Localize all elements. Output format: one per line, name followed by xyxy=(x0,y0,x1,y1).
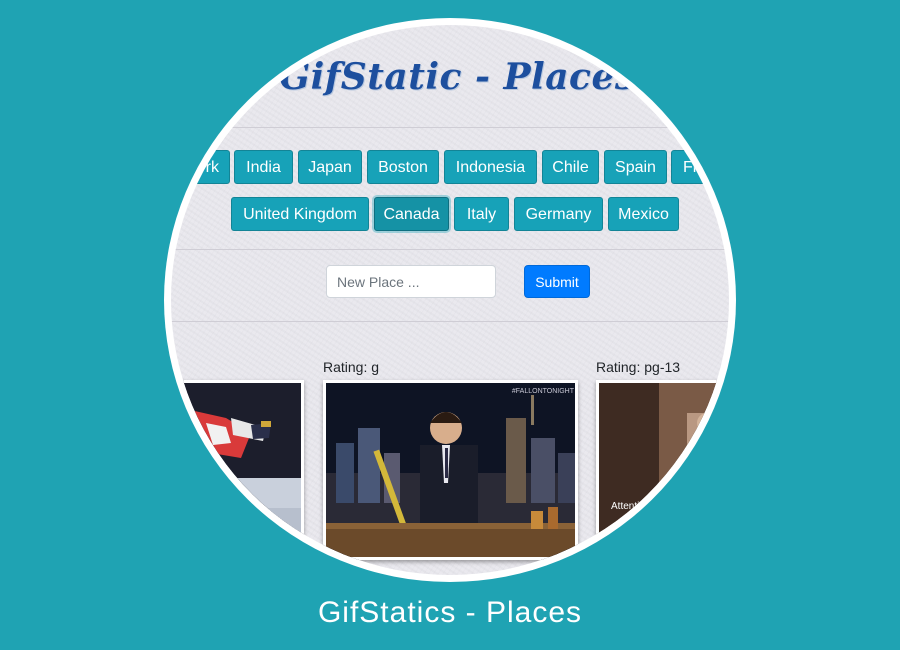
gif-rating: Rating: pg-13 xyxy=(596,359,681,375)
image-caption: GifStatics - Places xyxy=(317,596,583,629)
place-button[interactable]: Mexico xyxy=(608,197,679,231)
gif-image[interactable]: #FALLONTONIGHT xyxy=(323,380,578,560)
submit-button[interactable]: Submit xyxy=(524,265,590,298)
place-button[interactable]: India xyxy=(234,150,293,184)
divider xyxy=(171,321,729,322)
divider xyxy=(171,127,729,128)
place-button[interactable]: Italy xyxy=(454,197,509,231)
place-button-active[interactable]: Canada xyxy=(374,197,449,231)
place-button[interactable]: Chile xyxy=(542,150,599,184)
place-button[interactable]: rk xyxy=(180,150,230,184)
gif-watermark: #FALLONTONIGHT xyxy=(512,388,575,395)
place-button[interactable]: Boston xyxy=(367,150,439,184)
talk-show-scene: #FALLONTONIGHT xyxy=(326,383,575,557)
place-button[interactable]: Fr xyxy=(671,150,729,184)
talk-show-scene-2: Attention here xyxy=(599,383,729,537)
hockey-scene xyxy=(171,383,301,557)
divider xyxy=(171,249,729,250)
place-button[interactable]: Germany xyxy=(514,197,603,231)
place-button[interactable]: United Kingdom xyxy=(231,197,369,231)
place-button[interactable]: Spain xyxy=(604,150,667,184)
place-button[interactable]: Indonesia xyxy=(444,150,537,184)
gif-rating: Rating: g xyxy=(323,359,380,375)
new-place-input[interactable] xyxy=(326,265,496,298)
gif-caption-text: Attention here xyxy=(611,501,674,512)
place-button[interactable]: Japan xyxy=(298,150,362,184)
gif-image[interactable]: Attention here xyxy=(596,380,729,540)
gif-image[interactable] xyxy=(171,380,304,560)
screenshot-circle: GifStatic - Places rk India Japan Boston… xyxy=(171,25,729,575)
page-title: GifStatic - Places xyxy=(279,56,636,98)
